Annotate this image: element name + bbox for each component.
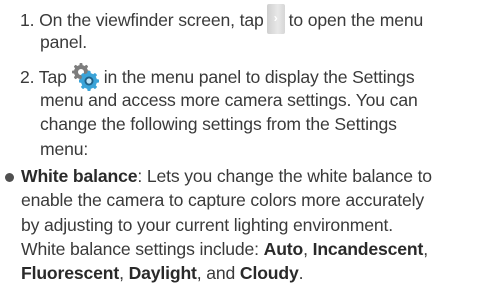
step-2-number: 2.	[20, 67, 35, 87]
step-1-text-before: On the viewfinder screen, tap	[39, 10, 264, 30]
step-2-line-3: change the following settings from the S…	[40, 114, 397, 134]
step-1-text-after: to open the menu	[288, 10, 424, 30]
step-2-line-4: menu:	[40, 139, 89, 159]
bullet-icon	[5, 173, 14, 182]
step-2-line-2: menu and access more camera settings. Yo…	[40, 90, 418, 110]
chevron-right-icon: ›	[266, 4, 285, 34]
bullet-line-4-lead: White balance settings include:	[21, 239, 264, 259]
step-1-number: 1.	[20, 10, 35, 30]
separator-2: ,	[423, 239, 428, 259]
bullet-end: .	[298, 263, 304, 283]
option-auto: Auto	[263, 239, 304, 259]
option-cloudy: Cloudy	[239, 263, 299, 283]
separator-4: , and	[196, 263, 240, 283]
option-incandescent: Incandescent	[312, 239, 424, 259]
bullet-line-2: enable the camera to capture colors more…	[21, 190, 425, 210]
step-2-text-after: in the menu panel to display the Setting…	[103, 67, 415, 87]
separator-1: ,	[303, 239, 313, 259]
bullet-line-5: Fluorescent, Daylight, and Cloudy.	[21, 261, 304, 285]
option-daylight: Daylight	[128, 263, 197, 283]
manual-page: 1. On the viewfinder screen, tap › to open…	[0, 0, 497, 284]
bullet-line-1-rest: : Lets you change the white balance to	[137, 166, 432, 186]
bullet-line-4: White balance settings include: Auto, In…	[21, 237, 428, 261]
separator-3: ,	[119, 263, 129, 283]
bullet-line-3: by adjusting to your current lighting en…	[21, 215, 393, 235]
step-2-text-before: Tap	[38, 67, 67, 87]
chevron-glyph: ›	[273, 11, 278, 25]
step-1-line-2: panel.	[40, 32, 88, 52]
white-balance-term: White balance	[21, 166, 138, 186]
bullet-line-1: White balance: Lets you change the white…	[21, 164, 432, 188]
option-fluorescent: Fluorescent	[21, 263, 120, 283]
